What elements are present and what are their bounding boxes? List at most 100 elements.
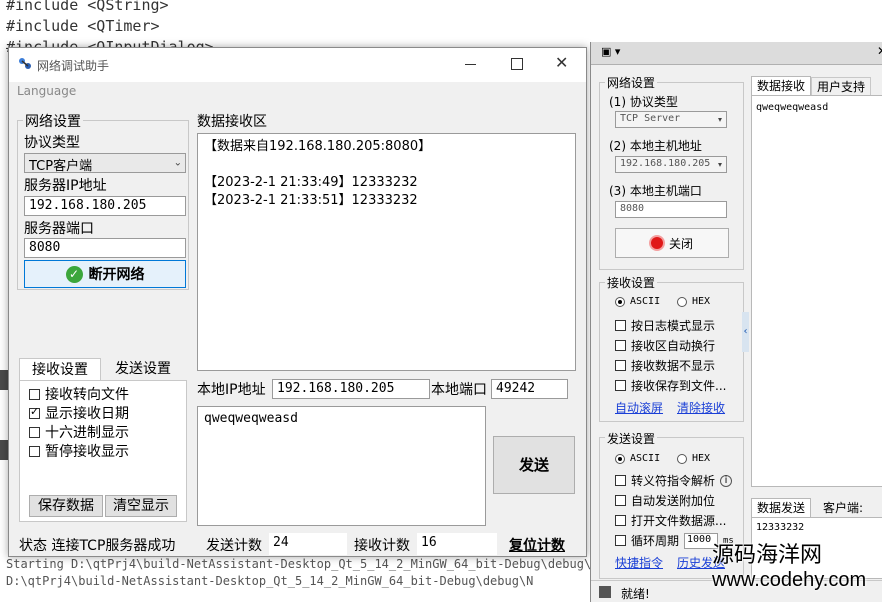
r-recv-title: 接收设置: [605, 274, 658, 291]
minimize-icon[interactable]: [465, 64, 476, 65]
r-recv-opt[interactable]: 接收区自动换行: [615, 337, 715, 354]
r-recv-opt[interactable]: 接收保存到文件...: [615, 377, 726, 394]
disconnect-label: 断开网络: [88, 267, 145, 283]
watermark: 源码海洋网 www.codehy.com: [712, 544, 866, 592]
r-recv-opt[interactable]: 按日志模式显示: [615, 317, 715, 334]
local-port-input[interactable]: 49242: [491, 379, 568, 399]
red-light-icon: [650, 237, 663, 249]
tab-client[interactable]: 客户端:: [813, 499, 873, 517]
checkbox[interactable]: [615, 340, 626, 351]
r-send-ascii-radio[interactable]: ASCII: [615, 453, 660, 464]
checkbox[interactable]: [29, 405, 40, 419]
checkbox[interactable]: [615, 475, 626, 486]
main-window: 网络调试助手 ✕ Language 网络设置 协议类型 TCP客户端 ⌄ 服务器…: [8, 47, 587, 557]
check-circle-icon: ✓: [65, 265, 83, 283]
protocol-label: 协议类型: [24, 135, 80, 151]
server-port-input[interactable]: 8080: [24, 238, 186, 258]
r-clear-recv-link[interactable]: 清除接收: [677, 399, 725, 416]
recv-textarea[interactable]: 【数据来自192.168.180.205:8080】 【2023-2-1 21:…: [197, 133, 576, 371]
second-window: ▣ ▾ ✕ 网络设置 (1) 协议类型 TCP Server▾ (2) 本地主机…: [590, 42, 882, 602]
local-ip-label: 本地IP地址: [197, 382, 266, 398]
send-textarea[interactable]: qweqweqweasd: [197, 406, 486, 526]
r-send-title: 发送设置: [605, 430, 658, 447]
r-close-label: 关闭: [668, 236, 693, 251]
tab-user-support[interactable]: 用户支持: [811, 77, 871, 96]
recv-count-value: 16: [417, 533, 497, 555]
radio[interactable]: [677, 296, 687, 307]
r-hex-radio[interactable]: HEX: [677, 296, 710, 307]
tab-data-recv[interactable]: 数据接收: [751, 76, 811, 96]
r-ascii-radio[interactable]: ASCII: [615, 296, 660, 307]
server-ip-label: 服务器IP地址: [24, 178, 107, 194]
clear-display-button[interactable]: 清空显示: [105, 495, 177, 517]
checkbox[interactable]: [615, 495, 626, 506]
r-shortcut-link[interactable]: 快捷指令: [615, 554, 663, 571]
status-text: 状态 连接TCP服务器成功: [19, 538, 176, 554]
radio[interactable]: [677, 453, 687, 464]
server-port-label: 服务器端口: [24, 221, 94, 237]
output-line: D:\qtPrj4\build-NetAssistant-Desktop_Qt_…: [6, 574, 534, 588]
editor-divider: [0, 370, 8, 390]
r-host-combo[interactable]: 192.168.180.205 ▾: [615, 156, 727, 173]
checkbox[interactable]: [615, 320, 626, 331]
radio[interactable]: [615, 453, 625, 464]
watermark-line: 源码海洋网: [712, 543, 823, 568]
r-recv-opt[interactable]: 接收数据不显示: [615, 357, 715, 374]
recv-area-title: 数据接收区: [197, 114, 267, 130]
pause-display-checkbox[interactable]: 暂停接收显示: [29, 441, 129, 461]
send-count-value: 24: [269, 533, 347, 555]
chevron-down-icon: ⌄: [173, 157, 182, 169]
disconnect-button[interactable]: ✓ 断开网络: [24, 260, 186, 288]
checkbox[interactable]: [29, 445, 40, 457]
close-icon[interactable]: ✕: [877, 44, 882, 58]
show-date-checkbox[interactable]: 显示接收日期: [29, 403, 129, 423]
local-ip-input[interactable]: 192.168.180.205: [272, 379, 430, 399]
radio[interactable]: [615, 296, 625, 307]
checkbox[interactable]: [615, 535, 626, 546]
r-auto-scroll-link[interactable]: 自动滚屏: [615, 399, 663, 416]
r-send-opt[interactable]: 转义符指令解析 i: [615, 472, 733, 489]
r-host-label: (2) 本地主机地址: [609, 139, 702, 153]
output-line: Starting D:\qtPrj4\build-NetAssistant-De…: [6, 557, 599, 571]
tab-recv-settings[interactable]: 接收设置: [19, 358, 101, 381]
app-icon: [17, 56, 33, 72]
net-settings-title: 网络设置: [23, 111, 83, 131]
tab-data-send[interactable]: 数据发送: [751, 498, 811, 518]
collapse-handle[interactable]: ‹: [742, 312, 749, 352]
r-status-text: 就绪!: [621, 587, 650, 601]
checkbox[interactable]: [615, 360, 626, 371]
menu-language[interactable]: Language: [17, 84, 76, 98]
code-line: #include <QString>: [6, 0, 169, 14]
protocol-combo[interactable]: TCP客户端 ⌄: [24, 153, 186, 173]
r-send-opt[interactable]: 打开文件数据源...: [615, 512, 726, 529]
checkbox[interactable]: [615, 380, 626, 391]
watermark-line: www.codehy.com: [712, 569, 867, 591]
checkbox[interactable]: [615, 515, 626, 526]
chevron-down-icon: ▾: [716, 159, 723, 170]
recv-line: 【2023-2-1 21:33:51】12333232: [204, 193, 418, 208]
send-button[interactable]: 发送: [493, 436, 575, 494]
recv-to-file-checkbox[interactable]: 接收转向文件: [29, 384, 129, 404]
r-proto-label: (1) 协议类型: [609, 95, 678, 109]
local-port-label: 本地端口: [431, 382, 487, 398]
tab-send-settings[interactable]: 发送设置: [101, 359, 185, 380]
save-data-button[interactable]: 保存数据: [29, 495, 103, 517]
server-ip-input[interactable]: 192.168.180.205: [24, 196, 186, 216]
checkbox[interactable]: [29, 388, 40, 400]
checkbox[interactable]: [29, 426, 40, 438]
close-icon[interactable]: ✕: [555, 53, 568, 72]
info-icon[interactable]: i: [720, 474, 733, 487]
r-port-label: (3) 本地主机端口: [609, 184, 702, 198]
r-port-input[interactable]: 8080: [615, 201, 727, 218]
r-send-hex-radio[interactable]: HEX: [677, 453, 710, 464]
window-title: 网络调试助手: [37, 59, 110, 73]
recv-line: [204, 156, 569, 174]
r-proto-combo[interactable]: TCP Server ▾: [615, 111, 727, 128]
hex-display-checkbox[interactable]: 十六进制显示: [29, 422, 129, 442]
r-close-button[interactable]: 关闭: [615, 228, 729, 258]
window-menu-icon[interactable]: ▣ ▾: [601, 45, 620, 58]
r-recv-textarea[interactable]: qweqweqweasd: [751, 95, 882, 487]
r-send-opt[interactable]: 自动发送附加位: [615, 492, 715, 509]
reset-count-button[interactable]: 复位计数: [509, 535, 565, 555]
maximize-icon[interactable]: [511, 58, 523, 70]
